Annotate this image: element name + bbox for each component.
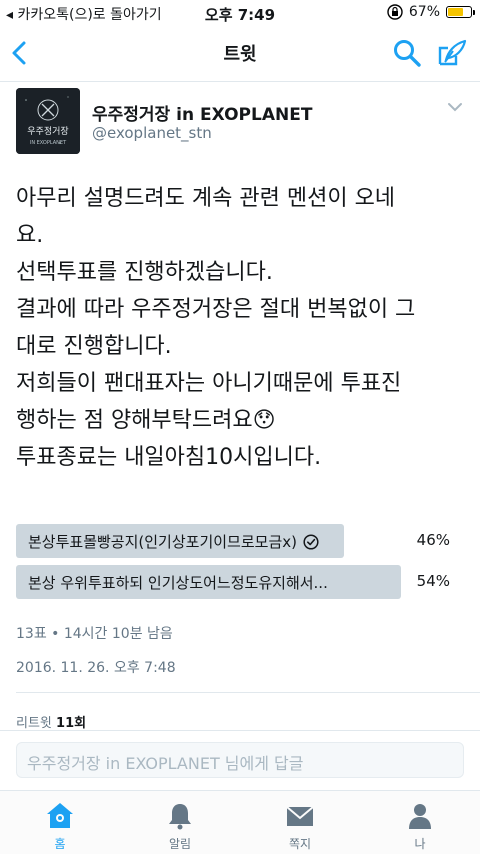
tweet-line: 저희들이 팬대표자는 아니기때문에 투표진 (16, 371, 402, 396)
avatar-logo-icon: 우주정거장 IN EXOPLANET (16, 88, 80, 154)
divider (16, 692, 480, 693)
check-circle-icon (303, 533, 319, 550)
poll-meta: 13표 • 14시간 10분 남음 (16, 626, 173, 642)
retweets-label: 리트윗 (16, 716, 52, 731)
avatar[interactable]: 우주정거장 IN EXOPLANET (16, 88, 80, 154)
poll-option[interactable]: 본상 우위투표하되 인기상도어느정도유지해서... 54% (16, 565, 464, 599)
battery-percent: 67% (408, 4, 440, 20)
tweet-line: 투표종료는 내일아침10시입니다. (16, 445, 322, 470)
tweet-line: 아무리 설명드려도 계속 관련 멘션이 오네 (16, 186, 396, 211)
tweet-line: 선택투표를 진행하겠습니다. (16, 260, 273, 285)
author-handle[interactable]: @exoplanet_stn (92, 124, 212, 142)
tab-bar: 홈 알림 쪽지 나 (0, 790, 480, 854)
tab-label: 쪽지 (288, 837, 312, 851)
tab-home[interactable]: 홈 (0, 791, 120, 854)
avatar-text-1: 우주정거장 (27, 126, 68, 137)
home-icon (47, 803, 73, 828)
tweet-line: 행하는 점 양해부탁드려요😯 (16, 408, 276, 433)
search-icon[interactable] (392, 38, 422, 68)
tab-profile[interactable]: 나 (360, 791, 480, 854)
nav-bar: 트윗 (0, 26, 480, 82)
poll-option[interactable]: 본상투표몰빵공지(인기상포기이므로모금x) 46% (16, 524, 464, 558)
tab-label: 홈 (54, 837, 66, 851)
tweet-timestamp: 2016. 11. 26. 오후 7:48 (16, 660, 176, 676)
rotation-lock-icon (387, 4, 403, 20)
tweet-line: 결과에 따라 우주정거장은 절대 번복없이 그 (16, 297, 416, 322)
battery-icon (446, 6, 475, 18)
person-icon (409, 804, 431, 829)
chevron-down-icon[interactable] (446, 100, 464, 114)
tweet-line: 대로 진행합니다. (16, 334, 172, 359)
poll: 본상투표몰빵공지(인기상포기이므로모금x) 46% 본상 우위투표하되 인기상도… (16, 524, 464, 606)
tweet-line: 요. (16, 223, 44, 248)
tab-label: 나 (414, 837, 426, 851)
tab-notifications[interactable]: 알림 (120, 791, 240, 854)
envelope-icon (286, 806, 314, 826)
avatar-text-2: IN EXOPLANET (30, 140, 67, 146)
status-indicators: 67% (387, 4, 475, 20)
reply-input[interactable]: 우주정거장 in EXOPLANET 님에게 답글 (16, 742, 464, 778)
bell-icon (169, 804, 191, 830)
status-bar: ◂ 카카오톡(으)로 돌아가기 오후 7:49 67% (0, 0, 480, 26)
author-name[interactable]: 우주정거장 in EXOPLANET (92, 100, 312, 125)
retweet-count[interactable]: 리트윗 11회 (16, 712, 86, 731)
tweet-text: 아무리 설명드려도 계속 관련 멘션이 오네 요. 선택투표를 진행하겠습니다.… (16, 180, 466, 476)
poll-option-percent: 46% (416, 531, 450, 549)
reply-bar: 우주정거장 in EXOPLANET 님에게 답글 (0, 730, 480, 790)
compose-tweet-icon[interactable] (436, 38, 468, 68)
tab-label: 알림 (168, 837, 192, 851)
retweets-value: 11회 (56, 716, 87, 731)
poll-option-percent: 54% (416, 572, 450, 590)
poll-option-label: 본상투표몰빵공지(인기상포기이므로모금x) (28, 533, 297, 551)
battery-fill (448, 8, 463, 16)
tweet-author[interactable]: 우주정거장 IN EXOPLANET 우주정거장 in EXOPLANET @e… (16, 88, 466, 160)
tab-messages[interactable]: 쪽지 (240, 791, 360, 854)
poll-option-label: 본상 우위투표하되 인기상도어느정도유지해서... (28, 574, 328, 592)
